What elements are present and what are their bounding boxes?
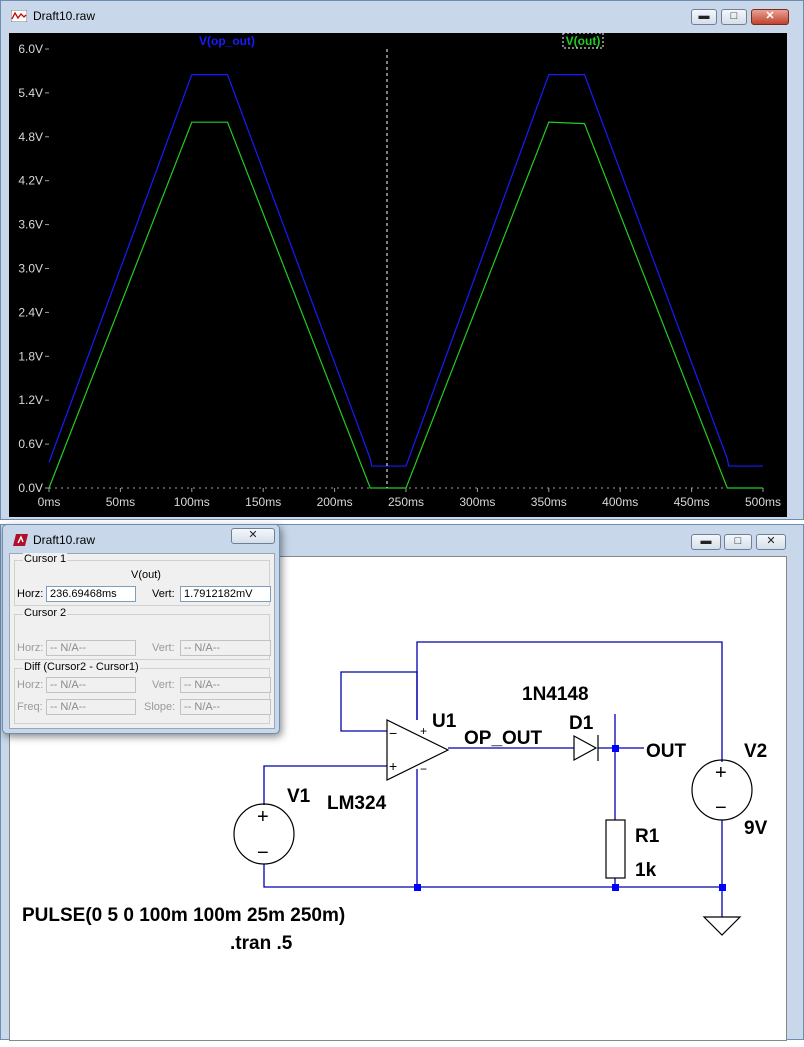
x-tick-label: 400ms	[602, 495, 638, 509]
cursor2-vert-field: -- N/A--	[180, 640, 271, 656]
tran-directive[interactable]: .tran .5	[230, 933, 293, 954]
y-tick-label: 0.6V	[18, 437, 43, 451]
opamp-noninv-mark: +	[389, 758, 397, 774]
cursor2-horz-label: Horz:	[17, 642, 44, 654]
v1-minus-mark: −	[257, 842, 269, 864]
opamp-vplus-pin: +	[420, 724, 427, 738]
x-tick-label: 500ms	[745, 495, 781, 509]
diff-slope-label: Slope:	[144, 701, 176, 713]
diff-vert-field: -- N/A--	[180, 677, 271, 693]
y-tick-label: 1.2V	[18, 393, 43, 407]
cursor2-group: Cursor 2 Horz: -- N/A-- Vert: -- N/A--	[14, 607, 271, 660]
cursor1-group: Cursor 1 V(out) Horz: 236.69468ms Vert: …	[14, 553, 271, 606]
label-1k[interactable]: 1k	[635, 860, 657, 881]
x-tick-label: 0ms	[38, 495, 61, 509]
opamp-inv-mark: −	[389, 725, 397, 741]
cursor2-label: Cursor 2	[23, 607, 68, 619]
minimize-button[interactable]: ▬	[691, 9, 717, 25]
schematic-maximize-button[interactable]: □	[724, 534, 752, 550]
y-tick-label: 4.8V	[18, 130, 43, 144]
cursor1-horz-field[interactable]: 236.69468ms	[46, 586, 136, 602]
x-tick-label: 100ms	[174, 495, 210, 509]
label-d1[interactable]: D1	[569, 713, 594, 734]
y-tick-label: 0.0V	[18, 481, 43, 495]
v2-minus-mark: −	[715, 797, 727, 819]
pulse-directive[interactable]: PULSE(0 5 0 100m 100m 25m 250m)	[22, 905, 345, 926]
y-tick-label: 6.0V	[18, 42, 43, 56]
diff-group: Diff (Cursor2 - Cursor1) Horz: -- N/A-- …	[14, 661, 271, 724]
diff-horz-label: Horz:	[17, 679, 44, 691]
legend-v-out[interactable]: V(out)	[566, 34, 601, 48]
x-tick-label: 250ms	[388, 495, 424, 509]
cursor-dialog: Draft10.raw ✕ Cursor 1 V(out) Horz: 236.…	[2, 524, 280, 734]
y-tick-label: 3.6V	[18, 218, 43, 232]
y-tick-label: 5.4V	[18, 86, 43, 100]
diff-vert-label: Vert:	[152, 679, 175, 691]
y-tick-label: 4.2V	[18, 174, 43, 188]
x-tick-label: 200ms	[317, 495, 353, 509]
plot-window-title: Draft10.raw	[33, 9, 96, 23]
x-tick-label: 450ms	[674, 495, 710, 509]
label-v2[interactable]: V2	[744, 741, 767, 762]
cursor1-trace-name: V(out)	[131, 569, 161, 581]
y-axis: 0.0V 0.6V 1.2V 1.8V 2.4V 3.0V 3.6V 4.2V 4.8V 5.4V…	[18, 42, 49, 495]
y-tick-label: 3.0V	[18, 262, 43, 276]
x-tick-label: 50ms	[106, 495, 135, 509]
cursor-dialog-title: Draft10.raw	[33, 533, 96, 547]
cursor2-horz-field: -- N/A--	[46, 640, 136, 656]
cursor-dialog-body: Cursor 1 V(out) Horz: 236.69468ms Vert: …	[9, 553, 275, 729]
junction-out[interactable]	[612, 745, 619, 752]
waveform-plot-pane[interactable]: 0.0V 0.6V 1.2V 1.8V 2.4V 3.0V 3.6V 4.2V 4.8V 5.4V…	[9, 32, 787, 517]
y-tick-label: 1.8V	[18, 349, 43, 363]
label-u1[interactable]: U1	[432, 711, 457, 732]
v2-plus-mark: +	[715, 762, 727, 784]
trace-layer	[48, 74, 763, 489]
junction-gnd-r1[interactable]	[612, 884, 619, 891]
junction-gnd-opamp[interactable]	[414, 884, 421, 891]
label-9v[interactable]: 9V	[744, 818, 768, 839]
cursor2-vert-label: Vert:	[152, 642, 175, 654]
cursor-dialog-close-button[interactable]: ✕	[231, 528, 275, 544]
cursor1-vert-field[interactable]: 1.7912182mV	[180, 586, 271, 602]
schematic-minimize-button[interactable]: ▬	[691, 534, 721, 550]
maximize-button[interactable]: □	[721, 9, 747, 25]
trace-v-out[interactable]	[48, 121, 763, 489]
cursor1-label: Cursor 1	[23, 553, 68, 565]
y-tick-label: 2.4V	[18, 305, 43, 319]
label-v1[interactable]: V1	[287, 786, 311, 807]
resistor-r1[interactable]	[605, 819, 626, 879]
plot-titlebar[interactable]: Draft10.raw ▬ □ ✕	[1, 1, 803, 31]
diff-freq-field: -- N/A--	[46, 699, 136, 715]
diff-slope-field: -- N/A--	[180, 699, 271, 715]
close-button[interactable]: ✕	[751, 9, 789, 25]
diff-horz-field: -- N/A--	[46, 677, 136, 693]
ltspice-app-icon	[13, 534, 28, 546]
waveform-app-icon	[11, 10, 27, 22]
label-lm324[interactable]: LM324	[327, 793, 387, 814]
net-label-out[interactable]: OUT	[646, 741, 687, 762]
cursor1-horz-label: Horz:	[17, 588, 44, 600]
plot-window: Draft10.raw ▬ □ ✕ 0.0V 0.6V 1.2V 1.8V 2.4V 3.…	[0, 0, 804, 520]
legend-v-op-out[interactable]: V(op_out)	[199, 34, 255, 48]
net-label-op-out[interactable]: OP_OUT	[464, 728, 543, 749]
label-r1[interactable]: R1	[635, 826, 660, 847]
diode-d1[interactable]	[573, 734, 599, 762]
v1-plus-mark: +	[257, 806, 269, 828]
opamp-vminus-pin: −	[420, 762, 427, 776]
x-tick-label: 350ms	[531, 495, 567, 509]
cursor1-vert-label: Vert:	[152, 588, 175, 600]
x-tick-label: 150ms	[245, 495, 281, 509]
waveform-chart[interactable]: 0.0V 0.6V 1.2V 1.8V 2.4V 3.0V 3.6V 4.2V 4.8V 5.4V…	[9, 32, 787, 517]
schematic-close-button[interactable]: ✕	[756, 534, 786, 550]
junctions	[414, 745, 726, 891]
x-tick-label: 300ms	[459, 495, 495, 509]
junction-gnd-v2[interactable]	[719, 884, 726, 891]
diff-freq-label: Freq:	[17, 701, 43, 713]
ground-symbol[interactable]	[702, 916, 742, 936]
diff-label: Diff (Cursor2 - Cursor1)	[23, 661, 140, 673]
label-1n4148[interactable]: 1N4148	[522, 684, 589, 705]
trace-v-op-out[interactable]	[48, 74, 763, 467]
x-axis: 0ms 50ms 100ms 150ms 200ms 250ms 300ms 350ms 400…	[38, 487, 781, 509]
